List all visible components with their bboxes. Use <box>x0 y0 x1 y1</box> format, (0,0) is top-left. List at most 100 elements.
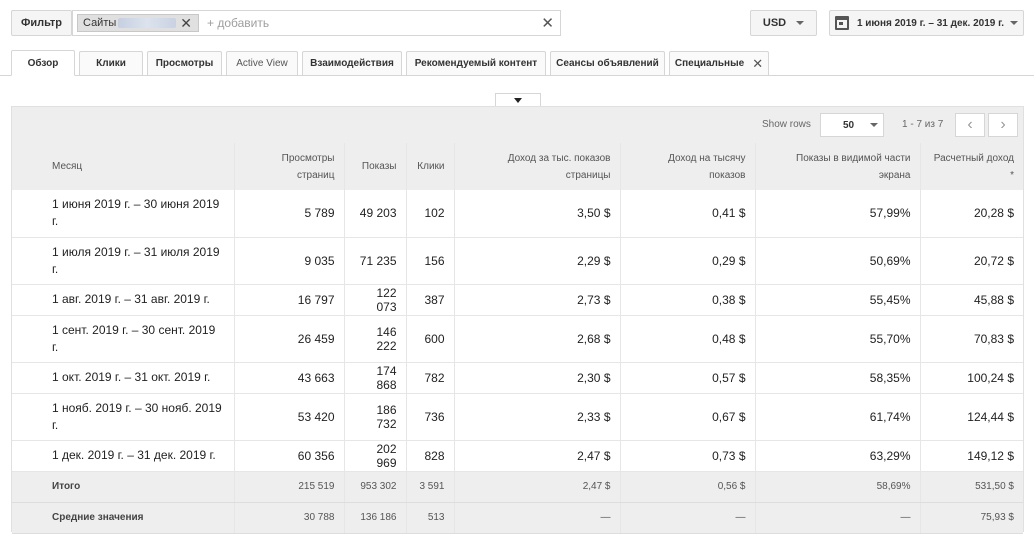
cell-impr-rpm: 0,41 $ <box>620 190 756 238</box>
cell-page-rpm: — <box>454 502 621 534</box>
table-row: 1 нояб. 2019 г. – 30 нояб. 2019 г. 53 42… <box>12 393 1023 441</box>
chevron-down-icon <box>870 123 879 127</box>
filter-chip-sites[interactable]: Сайты ✕ <box>77 14 199 32</box>
cell-month: 1 нояб. 2019 г. – 30 нояб. 2019 г. <box>12 393 235 441</box>
cell-viewability: 55,45% <box>755 284 921 316</box>
chevron-down-icon <box>796 21 805 25</box>
cell-viewability: 61,74% <box>755 393 921 441</box>
cell-revenue: 20,28 $ <box>920 190 1023 238</box>
cell-month: 1 окт. 2019 г. – 31 окт. 2019 г. <box>12 362 235 394</box>
tab-ad-sessions[interactable]: Сеансы объявлений <box>550 51 665 75</box>
currency-select[interactable]: USD <box>750 10 817 36</box>
col-header-month[interactable]: Месяц <box>12 143 235 190</box>
cell-pageviews: 53 420 <box>234 393 345 441</box>
cell-viewability: 50,69% <box>755 237 921 285</box>
add-filter-placeholder[interactable]: + добавить <box>207 16 269 30</box>
chevron-left-icon: ‹ <box>967 116 973 133</box>
filter-button-label: Фильтр <box>20 17 63 29</box>
currency-value: USD <box>762 17 787 29</box>
close-icon[interactable]: ✕ <box>752 56 763 72</box>
cell-pageviews: 30 788 <box>234 502 345 534</box>
cell-impressions: 202 969 <box>344 440 407 472</box>
col-header-impressions[interactable]: Показы <box>344 143 407 190</box>
cell-impr-rpm: 0,67 $ <box>620 393 756 441</box>
cell-revenue: 20,72 $ <box>920 237 1023 285</box>
collapse-chart-toggle[interactable] <box>495 93 541 106</box>
cell-clicks: 828 <box>406 440 455 472</box>
cell-clicks: 736 <box>406 393 455 441</box>
col-header-revenue[interactable]: Расчетный доход * <box>920 143 1023 190</box>
cell-pageviews: 60 356 <box>234 440 345 472</box>
total-row: Итого 215 519 953 302 3 591 2,47 $ 0,56 … <box>12 471 1023 503</box>
tab-overview[interactable]: Обзор <box>11 50 75 76</box>
cell-impr-rpm: 0,57 $ <box>620 362 756 394</box>
cell-pageviews: 26 459 <box>234 315 345 363</box>
cell-page-rpm: 2,29 $ <box>454 237 621 285</box>
tab-pageviews[interactable]: Просмотры <box>147 51 222 75</box>
calendar-icon <box>834 16 849 30</box>
table-row: 1 авг. 2019 г. – 31 авг. 2019 г. 16 797 … <box>12 284 1023 316</box>
cell-clicks: 600 <box>406 315 455 363</box>
col-header-impr-rpm[interactable]: Доход на тысячу показов <box>620 143 756 190</box>
cell-clicks: 102 <box>406 190 455 238</box>
cell-viewability: 58,69% <box>755 471 921 503</box>
filter-button[interactable]: Фильтр <box>11 10 72 36</box>
col-header-page-rpm[interactable]: Доход за тыс. показов страницы <box>454 143 621 190</box>
caret-down-icon <box>514 97 522 103</box>
table-row: 1 сент. 2019 г. – 30 сент. 2019 г. 26 45… <box>12 315 1023 363</box>
cell-page-rpm: 2,33 $ <box>454 393 621 441</box>
filter-bar: Фильтр Сайты ✕ + добавить ✕ USD 1 июня 2… <box>0 0 1034 46</box>
tab-label: Сеансы объявлений <box>556 58 659 69</box>
col-header-clicks[interactable]: Клики <box>406 143 455 190</box>
rows-per-page-select[interactable]: 50 <box>820 113 884 137</box>
cell-page-rpm: 2,73 $ <box>454 284 621 316</box>
col-header-viewability[interactable]: Показы в видимой части экрана <box>755 143 921 190</box>
tab-custom[interactable]: Специальные ✕ <box>669 51 769 75</box>
clear-filter-icon[interactable]: ✕ <box>541 14 554 32</box>
chevron-right-icon: › <box>1000 116 1006 133</box>
cell-month: 1 июня 2019 г. – 30 июня 2019 г. <box>12 190 235 238</box>
table-row: 1 окт. 2019 г. – 31 окт. 2019 г. 43 663 … <box>12 362 1023 394</box>
table-row: 1 дек. 2019 г. – 31 дек. 2019 г. 60 356 … <box>12 440 1023 472</box>
cell-pageviews: 43 663 <box>234 362 345 394</box>
filter-input-box[interactable]: Сайты ✕ + добавить ✕ <box>72 10 561 36</box>
cell-page-rpm: 2,47 $ <box>454 471 621 503</box>
report-table: Месяц Просмотры страниц Показы Клики Дох… <box>12 143 1023 534</box>
cell-viewability: — <box>755 502 921 534</box>
cell-pageviews: 5 789 <box>234 190 345 238</box>
cell-impr-rpm: 0,38 $ <box>620 284 756 316</box>
cell-month: Средние значения <box>12 502 235 534</box>
cell-clicks: 387 <box>406 284 455 316</box>
cell-impr-rpm: 0,29 $ <box>620 237 756 285</box>
cell-impr-rpm: 0,73 $ <box>620 440 756 472</box>
col-header-pageviews[interactable]: Просмотры страниц <box>234 143 345 190</box>
cell-pageviews: 16 797 <box>234 284 345 316</box>
tab-label: Специальные <box>674 58 745 69</box>
tab-clicks[interactable]: Клики <box>79 51 143 75</box>
cell-revenue: 70,83 $ <box>920 315 1023 363</box>
cell-page-rpm: 3,50 $ <box>454 190 621 238</box>
tab-interactions[interactable]: Взаимодействия <box>302 51 402 75</box>
show-rows-label: Show rows <box>762 119 811 130</box>
cell-page-rpm: 2,47 $ <box>454 440 621 472</box>
report-tabs: Обзор Клики Просмотры Active View Взаимо… <box>0 49 1034 76</box>
cell-impressions: 49 203 <box>344 190 407 238</box>
table-row: 1 июля 2019 г. – 31 июля 2019 г. 9 035 7… <box>12 237 1023 285</box>
redacted-value <box>118 18 177 28</box>
date-range-value: 1 июня 2019 г. – 31 дек. 2019 г. <box>856 17 1005 29</box>
cell-impressions: 71 235 <box>344 237 407 285</box>
date-range-picker[interactable]: 1 июня 2019 г. – 31 дек. 2019 г. <box>829 10 1024 36</box>
rows-per-page-value: 50 <box>843 119 855 131</box>
prev-page-button[interactable]: ‹ <box>955 113 985 137</box>
cell-impressions: 146 222 <box>344 315 407 363</box>
remove-chip-icon[interactable]: ✕ <box>180 15 192 32</box>
next-page-button[interactable]: › <box>988 113 1018 137</box>
cell-viewability: 55,70% <box>755 315 921 363</box>
tab-recommended-content[interactable]: Рекомендуемый контент <box>406 51 546 75</box>
tab-active-view[interactable]: Active View <box>226 51 298 75</box>
tab-label: Обзор <box>27 57 59 69</box>
table-toolbar: Show rows 50 1 - 7 из 7 ‹ › <box>12 107 1023 143</box>
page-range: 1 - 7 из 7 <box>902 119 944 130</box>
filter-chip-label: Сайты <box>83 17 117 29</box>
table-header-row: Месяц Просмотры страниц Показы Клики Дох… <box>12 143 1023 190</box>
